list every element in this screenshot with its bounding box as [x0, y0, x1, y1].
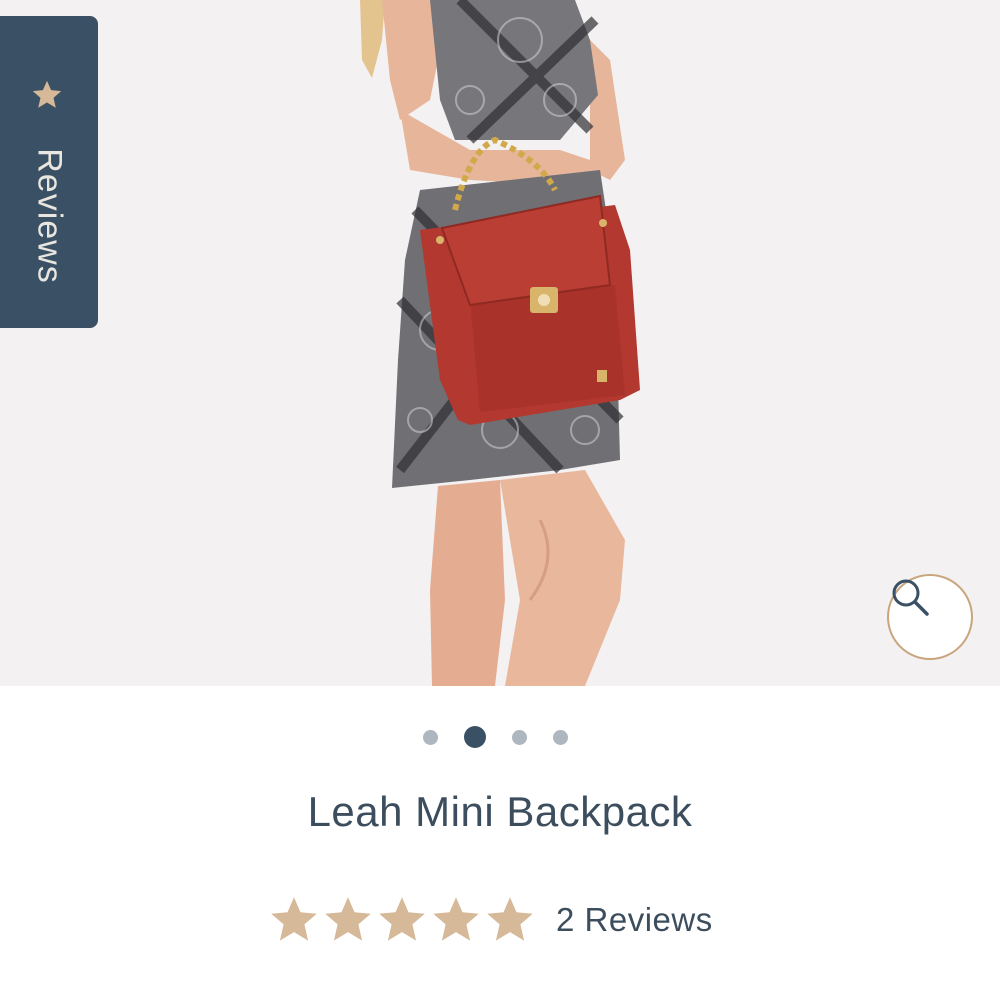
product-image[interactable]: Reviews [0, 0, 1000, 686]
star-icon [32, 80, 62, 108]
search-icon [892, 579, 929, 616]
carousel-pagination [0, 724, 1000, 750]
carousel-dot-active[interactable] [463, 726, 486, 748]
reviews-tab[interactable]: Reviews [0, 16, 98, 328]
star-icon [487, 897, 533, 941]
reviews-tab-label: Reviews [30, 148, 69, 284]
rating-stars [268, 894, 536, 946]
product-photo [360, 0, 640, 686]
reviews-count-link[interactable]: 2 Reviews [556, 901, 713, 939]
star-icon [379, 897, 425, 941]
product-title: Leah Mini Backpack [307, 788, 693, 835]
star-icon [433, 897, 479, 941]
star-icon [271, 897, 317, 941]
product-rating[interactable]: 2 Reviews [268, 890, 713, 950]
carousel-dot[interactable] [422, 729, 438, 745]
carousel-dot[interactable] [511, 729, 527, 745]
carousel-dot[interactable] [552, 729, 568, 745]
star-icon [325, 897, 371, 941]
zoom-button[interactable] [887, 574, 973, 660]
